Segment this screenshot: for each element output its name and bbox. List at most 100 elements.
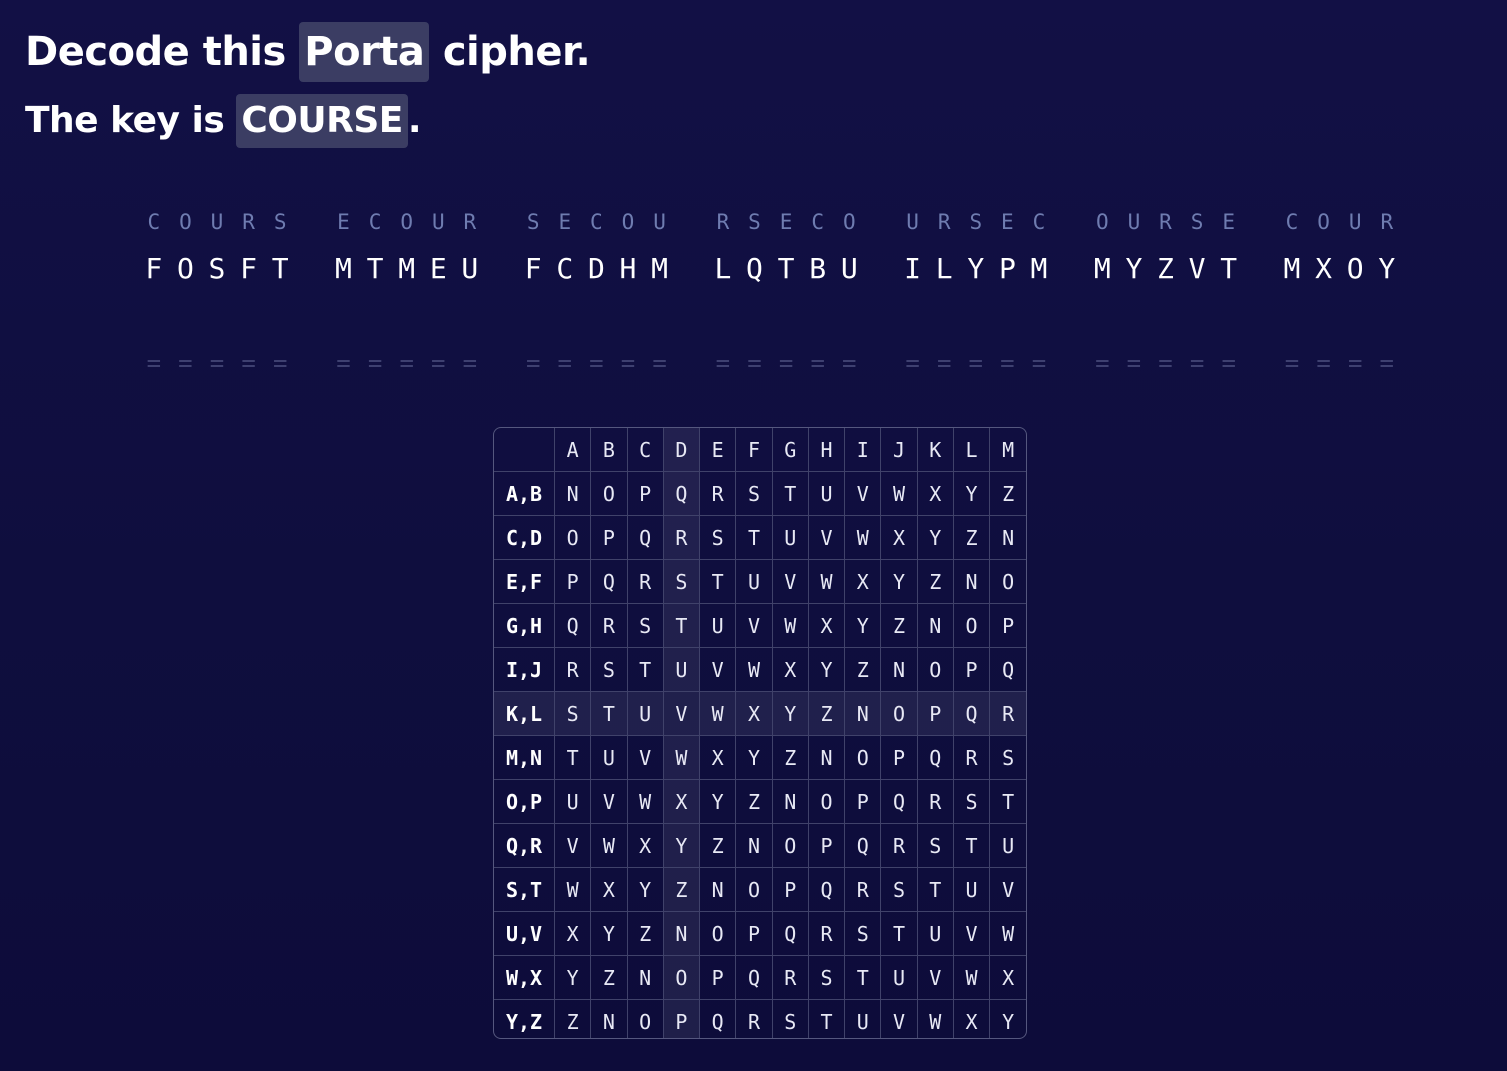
tableau-cell: Q	[590, 559, 628, 604]
tableau-cell: R	[989, 691, 1026, 736]
plaintext-slot[interactable]: =	[454, 348, 486, 378]
plaintext-slot[interactable]: =	[612, 348, 644, 378]
ciphertext-letter: Y	[967, 252, 985, 285]
ciphertext-letter: P	[998, 252, 1016, 285]
plaintext-slot[interactable]: =	[802, 348, 834, 378]
plaintext-slot[interactable]: =	[581, 348, 613, 378]
ciphertext-letter: S	[208, 252, 226, 285]
plaintext-slot[interactable]: =	[707, 348, 739, 378]
plaintext-slot[interactable]: =	[201, 348, 233, 378]
ciphertext-letter: F	[240, 252, 257, 285]
plaintext-slot[interactable]: =	[328, 348, 360, 378]
plaintext-slot[interactable]: =	[233, 348, 265, 378]
key-letter: U	[1127, 210, 1141, 234]
tableau-cell: P	[771, 867, 809, 912]
tableau-cell: U	[952, 867, 991, 912]
ciphertext-letter: F	[524, 252, 542, 285]
plaintext-slot[interactable]: =	[1087, 348, 1119, 378]
pt-row: = = = = =	[1087, 348, 1245, 378]
key-letter: O	[621, 210, 635, 234]
ciphertext-letter: Q	[746, 252, 763, 285]
plaintext-slot[interactable]: =	[644, 348, 676, 378]
plaintext-slot[interactable]: =	[1213, 348, 1245, 378]
tableau-cell: Z	[952, 515, 991, 560]
tableau-cell: Y	[662, 823, 701, 868]
key-letter: U	[210, 210, 224, 234]
tableau-cell: N	[699, 867, 737, 912]
plaintext-slot[interactable]: =	[1308, 348, 1340, 378]
tableau-cell: Y	[989, 999, 1026, 1038]
tableau-cell: W	[952, 955, 991, 1000]
tableau-cell: X	[989, 955, 1026, 1000]
plaintext-slot[interactable]: =	[359, 348, 391, 378]
plaintext-slot[interactable]: =	[170, 348, 202, 378]
ct-row: MTMEU	[328, 250, 486, 288]
plaintext-slot[interactable]: =	[992, 348, 1024, 378]
tableau-cell: S	[735, 471, 773, 516]
tableau-cell: W	[590, 823, 628, 868]
tableau-cell: Z	[916, 559, 954, 604]
tableau-column-header: H	[807, 428, 846, 472]
plaintext-slot[interactable]: =	[1276, 348, 1308, 378]
key-letter: S	[969, 210, 983, 234]
tableau-cell: Y	[553, 955, 592, 1000]
tableau-cell: Z	[662, 867, 701, 912]
plaintext-slot[interactable]: =	[264, 348, 296, 378]
plaintext-slot[interactable]: =	[1339, 348, 1371, 378]
plaintext-slot[interactable]: =	[928, 348, 960, 378]
plaintext-slot[interactable]: =	[517, 348, 549, 378]
tableau-row: K,L S T U V W X Y Z N O P Q R	[494, 691, 1026, 736]
tableau-cell: S	[952, 779, 991, 824]
tableau-cell: O	[662, 955, 701, 1000]
tableau-cell: X	[771, 647, 809, 692]
tableau-cell: U	[553, 779, 592, 824]
tableau-cell: O	[989, 559, 1026, 604]
cipher-group: S E C O U F C D H M = = = = =	[517, 205, 675, 378]
tableau-column-header: D	[662, 428, 701, 472]
ciphertext-letter: O	[1346, 252, 1364, 285]
ct-row: MYZVT	[1087, 250, 1245, 288]
plaintext-slot[interactable]: =	[422, 348, 454, 378]
tableau-cell: P	[807, 823, 846, 868]
tableau-cell: R	[880, 823, 918, 868]
plaintext-slot[interactable]: =	[391, 348, 423, 378]
key-letter: R	[242, 210, 255, 234]
ciphertext-letter: C	[556, 252, 574, 285]
tableau-cell: P	[916, 691, 954, 736]
ciphertext-letter: X	[1315, 252, 1332, 285]
tableau-cell: T	[699, 559, 737, 604]
tableau-cell: V	[626, 735, 664, 780]
ciphertext-letter: V	[1188, 252, 1206, 285]
tableau-column-header: F	[735, 428, 773, 472]
tableau-cell: S	[626, 603, 664, 648]
tableau-cell: Q	[844, 823, 882, 868]
tableau-cell: R	[771, 955, 809, 1000]
ciphertext-letter: O	[176, 252, 194, 285]
ct-row: MXOY	[1276, 250, 1402, 288]
tableau-cell: W	[735, 647, 773, 692]
plaintext-slot[interactable]: =	[1023, 348, 1055, 378]
plaintext-slot[interactable]: =	[897, 348, 929, 378]
tableau-cell: V	[662, 691, 701, 736]
plaintext-slot[interactable]: =	[138, 348, 170, 378]
plaintext-slot[interactable]: =	[833, 348, 865, 378]
tableau-cell: R	[952, 735, 991, 780]
ciphertext-letter: U	[461, 252, 479, 285]
subtitle-prefix: The key is	[25, 100, 225, 141]
tableau-cell: Z	[844, 647, 882, 692]
plaintext-slot[interactable]: =	[739, 348, 771, 378]
plaintext-slot[interactable]: =	[549, 348, 581, 378]
plaintext-slot[interactable]: =	[960, 348, 992, 378]
pt-row: = = = = =	[897, 348, 1055, 378]
ciphertext-letter: M	[398, 252, 416, 285]
plaintext-slot[interactable]: =	[1181, 348, 1213, 378]
pt-row: = = = = =	[328, 348, 486, 378]
tableau-cell: N	[952, 559, 991, 604]
plaintext-slot[interactable]: =	[770, 348, 802, 378]
plaintext-slot[interactable]: =	[1150, 348, 1182, 378]
plaintext-slot[interactable]: =	[1371, 348, 1403, 378]
tableau-row: E,F P Q R S T U V W X Y Z N O	[494, 559, 1026, 604]
tableau-cell: W	[626, 779, 664, 824]
plaintext-slot[interactable]: =	[1118, 348, 1150, 378]
tableau-cell: Z	[735, 779, 773, 824]
